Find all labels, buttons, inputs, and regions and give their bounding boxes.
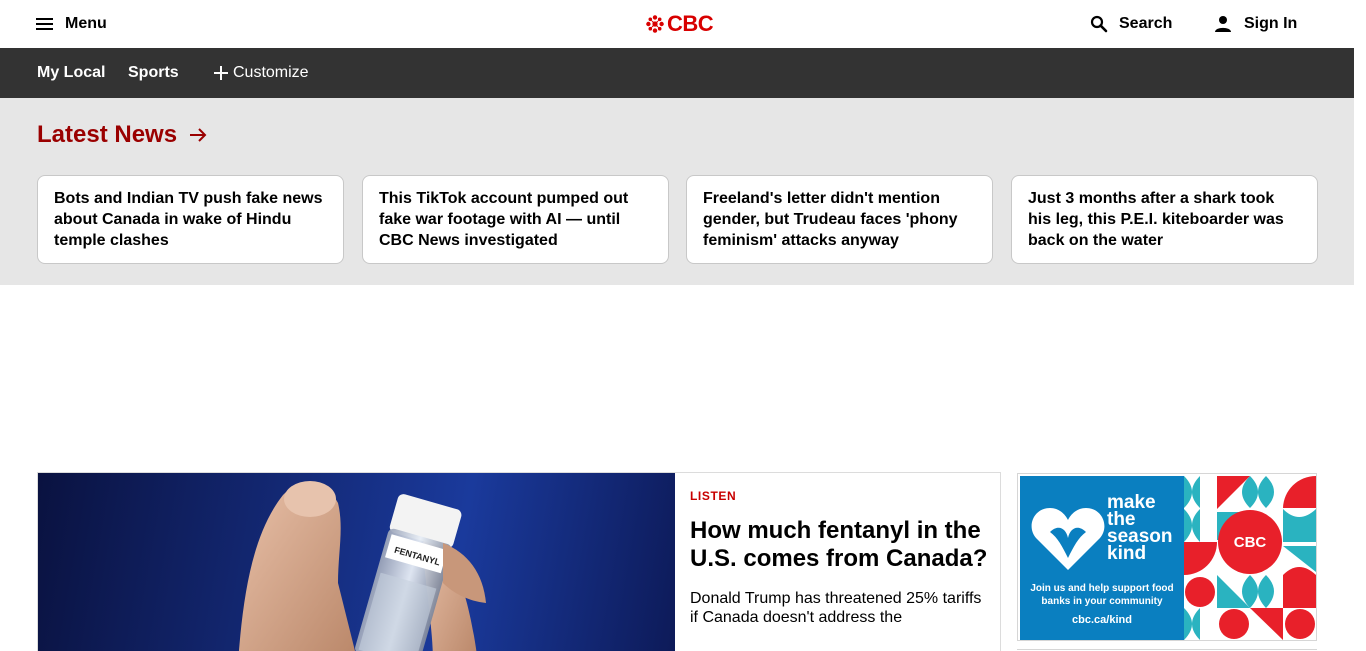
customize-button[interactable]: Customize: [213, 48, 309, 98]
latest-news-section: Latest News Bots and Indian TV push fake…: [0, 98, 1354, 285]
ad-cbc-logo-text: CBC: [1234, 534, 1267, 551]
search-label: Search: [1119, 15, 1173, 32]
feature-headline[interactable]: How much fentanyl in the U.S. comes from…: [690, 517, 990, 573]
sign-in-button[interactable]: Sign In: [1214, 12, 1297, 36]
latest-news-link[interactable]: Latest News: [37, 121, 207, 149]
feature-story-body: LISTEN How much fentanyl in the U.S. com…: [690, 489, 990, 627]
nav-item-sports[interactable]: Sports: [128, 48, 179, 98]
latest-news-headline: This TikTok account pumped out fake war …: [379, 190, 629, 249]
latest-news-card[interactable]: Just 3 months after a shark took his leg…: [1011, 175, 1318, 264]
sign-in-label: Sign In: [1244, 15, 1298, 32]
feature-story-image: FENTANYL: [38, 473, 675, 651]
menu-button[interactable]: Menu: [36, 12, 107, 36]
fentanyl-vial-photo: FENTANYL: [238, 481, 486, 651]
latest-news-card[interactable]: Freeland's letter didn't mention gender,…: [686, 175, 993, 264]
ad-creative: make the season kind Join us and help su…: [1020, 476, 1316, 640]
nav-item-my-local[interactable]: My Local: [37, 48, 105, 98]
ad-tagline: make the season kind: [1107, 493, 1172, 564]
latest-news-headline: Freeland's letter didn't mention gender,…: [703, 190, 958, 249]
section-nav: My Local Sports Customize: [0, 48, 1354, 98]
logo-wordmark: CBC: [667, 11, 714, 36]
feature-story-card[interactable]: FENTANYL LISTEN How much fentanyl in the…: [37, 472, 1001, 651]
latest-news-title: Latest News: [37, 121, 178, 148]
search-button[interactable]: Search: [1090, 12, 1172, 36]
feature-deck: Donald Trump has threatened 25% tariffs …: [690, 590, 982, 626]
site-header: Menu CBC Search Sign In: [0, 0, 1354, 48]
menu-label: Menu: [65, 15, 107, 32]
ad-tagline-line: kind: [1107, 543, 1147, 564]
hamburger-icon: [36, 18, 53, 30]
heart-logo-icon: [1031, 508, 1105, 570]
plus-icon: [214, 66, 228, 80]
advertisement[interactable]: make the season kind Join us and help su…: [1017, 473, 1317, 641]
latest-news-card[interactable]: Bots and Indian TV push fake news about …: [37, 175, 344, 264]
feature-kicker: LISTEN: [690, 489, 737, 503]
ad-url: cbc.ca/kind: [1072, 614, 1132, 626]
ad-panel-blue: make the season kind Join us and help su…: [1020, 476, 1184, 640]
arrow-right-icon: [190, 128, 207, 142]
customize-label: Customize: [233, 64, 309, 81]
latest-news-headline: Just 3 months after a shark took his leg…: [1028, 190, 1284, 249]
latest-news-headline: Bots and Indian TV push fake news about …: [54, 190, 323, 249]
ad-pattern-panel: CBC: [1184, 476, 1316, 640]
search-icon: [1090, 15, 1108, 33]
cbc-gem-icon: [646, 15, 664, 33]
user-icon: [1215, 16, 1231, 32]
cbc-logo[interactable]: CBC: [646, 11, 714, 37]
ad-pattern: CBC: [1184, 476, 1316, 640]
latest-news-card[interactable]: This TikTok account pumped out fake war …: [362, 175, 669, 264]
ad-subtext: Join us and help support food banks in y…: [1030, 583, 1174, 607]
